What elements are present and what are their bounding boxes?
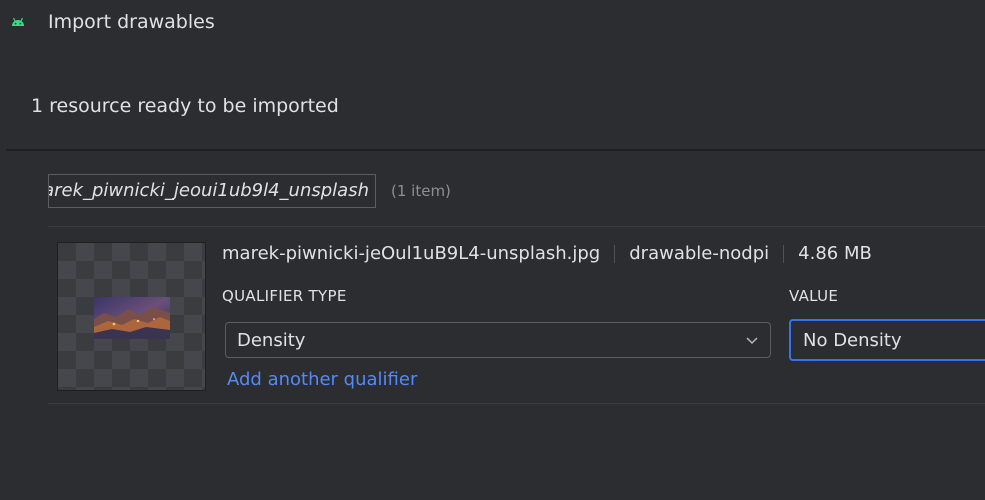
chevron-down-icon xyxy=(746,337,758,345)
divider xyxy=(48,403,985,404)
file-size: 4.86 MB xyxy=(798,243,872,264)
import-drawables-dialog: Import drawables 1 resource ready to be … xyxy=(0,0,985,500)
file-name: marek-piwnicki-jeOul1uB9L4-unsplash.jpg xyxy=(222,243,601,264)
android-icon xyxy=(12,17,24,26)
value-dropdown[interactable]: No Density xyxy=(789,319,985,361)
value-selected: No Density xyxy=(803,330,902,351)
image-thumbnail xyxy=(94,297,170,339)
image-preview xyxy=(57,242,206,391)
separator xyxy=(614,244,616,263)
file-info: marek-piwnicki-jeOul1uB9L4-unsplash.jpg … xyxy=(222,243,872,264)
divider xyxy=(48,226,985,227)
value-label: VALUE xyxy=(789,287,839,305)
qualifier-type-label: QUALIFIER TYPE xyxy=(222,287,347,305)
dialog-title: Import drawables xyxy=(48,11,215,33)
resource-name-value: marek_piwnicki_jeoui1ub9l4_unsplash xyxy=(48,180,369,201)
target-folder: drawable-nodpi xyxy=(629,243,770,264)
add-qualifier-link[interactable]: Add another qualifier xyxy=(227,369,417,390)
title-bar: Import drawables xyxy=(0,0,985,46)
divider xyxy=(6,149,985,151)
resource-name-field[interactable]: marek_piwnicki_jeoui1ub9l4_unsplash xyxy=(48,174,376,208)
item-count: (1 item) xyxy=(391,182,451,200)
status-message: 1 resource ready to be imported xyxy=(31,95,339,117)
separator xyxy=(783,244,785,263)
qualifier-type-dropdown[interactable]: Density xyxy=(225,322,771,358)
qualifier-type-selected: Density xyxy=(237,330,306,351)
